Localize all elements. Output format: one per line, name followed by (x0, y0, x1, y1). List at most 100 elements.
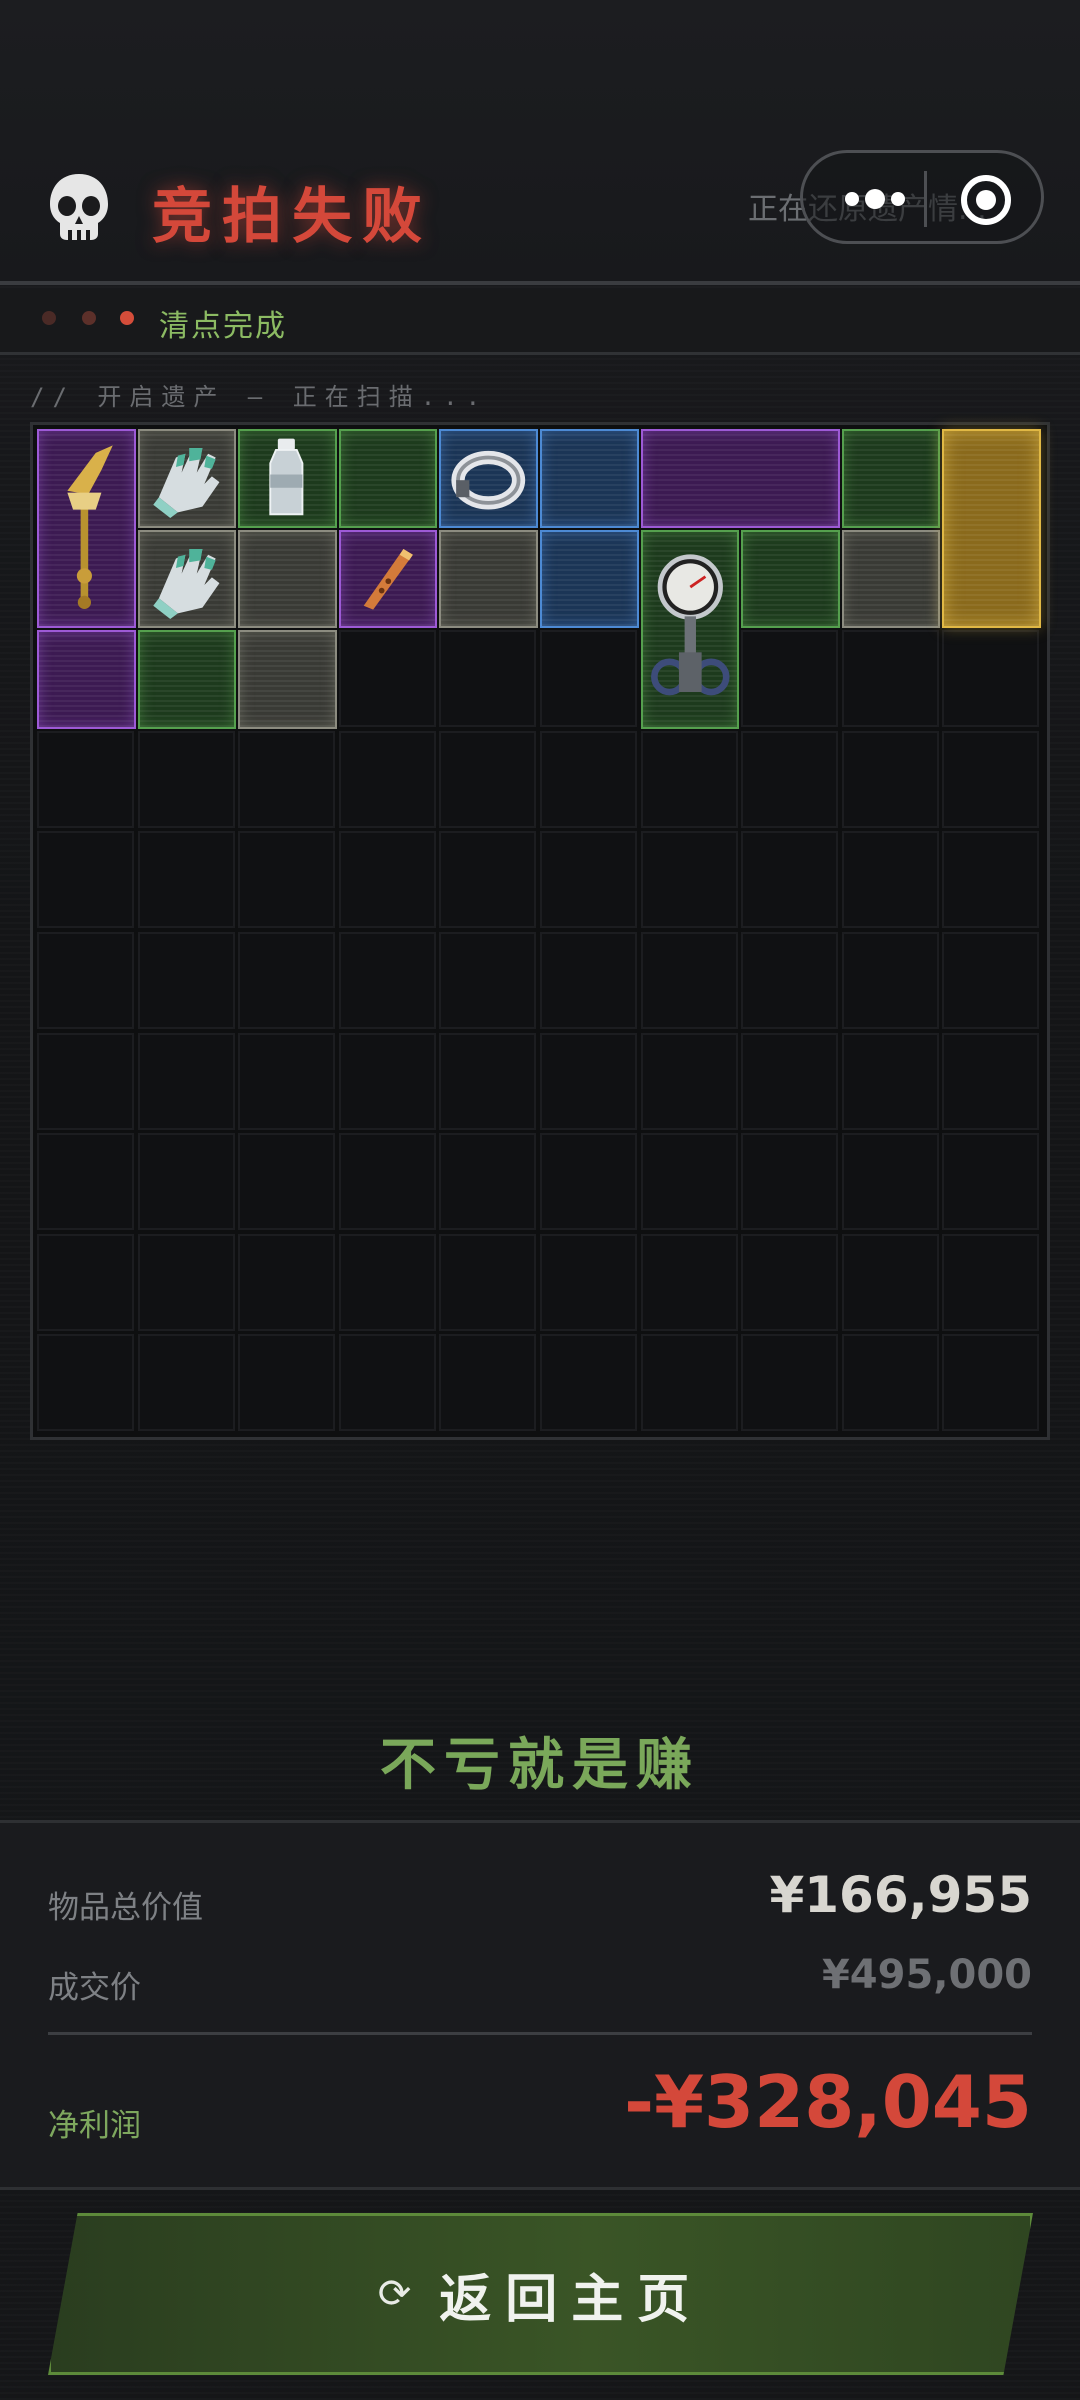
grid-cell (841, 1334, 939, 1432)
scan-status-text: // 开启遗产 – 正在扫描... (30, 383, 489, 411)
grid-cell (338, 730, 436, 828)
inventory-grid (30, 422, 1050, 1440)
grid-cell (841, 1133, 939, 1231)
inventory-item-green[interactable] (338, 429, 438, 528)
grid-cell (540, 730, 637, 828)
grid-cell (439, 831, 537, 929)
grid-cell (439, 1334, 537, 1432)
inventory-item-green[interactable] (238, 429, 337, 528)
water-bottle-icon (269, 438, 304, 516)
grid-cell (640, 1032, 738, 1130)
grid-cell (841, 730, 939, 828)
inventory-item-gray[interactable] (238, 529, 337, 629)
grid-cell (238, 730, 336, 828)
grid-cell (238, 932, 336, 1029)
grid-cell (540, 1032, 637, 1130)
glove-icon (152, 548, 220, 619)
inventory-item-blue[interactable] (540, 529, 639, 629)
grid-cell (841, 831, 939, 929)
grid-cell (238, 831, 336, 929)
grid-cell (540, 831, 637, 929)
grid-cell (741, 630, 839, 728)
capsule-divider (924, 171, 927, 227)
inventory-item-gray[interactable] (238, 630, 337, 729)
target-circle-icon[interactable] (961, 175, 1011, 225)
grid-cell (942, 630, 1040, 728)
grid-cell (439, 630, 537, 728)
net-profit-value: -¥328,045 (624, 2060, 1032, 2144)
grid-cell (439, 730, 537, 828)
grid-cell (540, 630, 637, 728)
grid-cell (37, 1233, 134, 1331)
grid-cell (741, 1233, 839, 1331)
grid-cell (37, 1032, 134, 1130)
inventory-item-green[interactable] (640, 529, 740, 729)
grid-cell (137, 1233, 235, 1331)
inventory-item-gray[interactable] (137, 429, 237, 528)
stage-dot-2 (82, 311, 96, 325)
grid-cell (137, 1334, 235, 1432)
grid-cell (439, 932, 537, 1029)
grid-cell (640, 932, 738, 1029)
grid-cell (640, 1133, 738, 1231)
header: 竞拍失败 正在还原遗产情... (0, 0, 1080, 285)
more-dots-icon[interactable] (835, 177, 915, 221)
grid-cell (942, 1334, 1040, 1432)
inventory-item-purple[interactable] (37, 630, 136, 729)
stage-dot-1 (42, 311, 56, 325)
auction-result-page: 竞拍失败 正在还原遗产情... 清点完成 // 开启遗产 – 正在扫描... 不… (0, 0, 1080, 2400)
total-value-label: 物品总价值 (48, 1890, 203, 1926)
skull-icon (50, 174, 108, 240)
return-home-button[interactable]: ⟳ 返回主页 (48, 2213, 1033, 2375)
inventory-item-green[interactable] (741, 529, 840, 629)
grid-cell (137, 730, 235, 828)
grid-cell (338, 932, 436, 1029)
grid-cell (741, 730, 839, 828)
grid-cell (37, 831, 134, 929)
grid-cell (338, 1032, 436, 1130)
grid-cell (37, 932, 134, 1029)
inventory-item-gray[interactable] (137, 529, 237, 629)
grid-cell (741, 932, 839, 1029)
grid-cell (741, 1032, 839, 1130)
inventory-item-green[interactable] (137, 630, 237, 729)
inventory-item-purple[interactable] (640, 429, 840, 528)
inventory-item-gold[interactable] (942, 429, 1041, 629)
golden-scepter-icon (67, 445, 113, 609)
grid-cell (37, 730, 134, 828)
deal-price-value: ¥495,000 (821, 1952, 1032, 1998)
grid-cell (238, 1032, 336, 1130)
grid-cell (338, 831, 436, 929)
inventory-item-purple[interactable] (37, 429, 136, 629)
grid-cell (942, 932, 1040, 1029)
grid-cell (137, 1032, 235, 1130)
total-value: ¥166,955 (769, 1866, 1032, 1924)
inventory-item-gray[interactable] (841, 529, 941, 629)
grid-cell (238, 1133, 336, 1231)
grid-cell (137, 932, 235, 1029)
grid-cell (338, 630, 436, 728)
grid-cell (942, 730, 1040, 828)
net-profit-label: 净利润 (48, 2108, 141, 2144)
grid-cell (741, 1133, 839, 1231)
inventory-item-blue[interactable] (540, 429, 639, 528)
flute-icon (363, 548, 413, 610)
grid-cell (439, 1032, 537, 1130)
grid-cell (137, 1133, 235, 1231)
grid-cell (942, 831, 1040, 929)
grid-cell (640, 1233, 738, 1331)
grid-cell (741, 831, 839, 929)
grid-cell (942, 1133, 1040, 1231)
grid-cell (338, 1233, 436, 1331)
grid-cell (841, 630, 939, 728)
inventory-item-blue[interactable] (439, 429, 538, 528)
grid-cell (338, 1133, 436, 1231)
inventory-item-purple[interactable] (338, 529, 438, 629)
pressure-gauge-icon (650, 553, 730, 695)
grid-cell (137, 831, 235, 929)
return-home-label: 返回主页 (439, 2269, 704, 2330)
inventory-item-gray[interactable] (439, 529, 538, 629)
grid-cell (37, 1334, 134, 1432)
grid-cell (37, 1133, 134, 1231)
inventory-item-green[interactable] (841, 429, 941, 528)
